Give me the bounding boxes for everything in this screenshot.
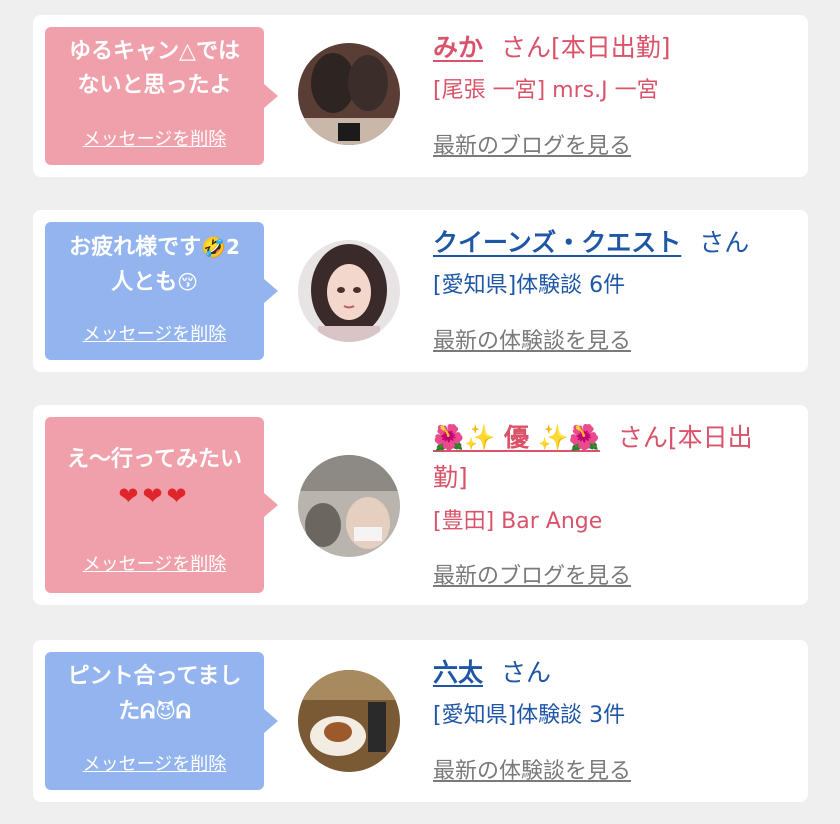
message-card: ピント合ってまし たᕱ😈ᕱ メッセージを削除 六太 さん [愛知県]体験談 3件 …	[33, 640, 808, 802]
message-bubble: え～行ってみたい ❤❤❤ メッセージを削除	[45, 417, 278, 593]
message-text-line: お疲れ様です🤣2	[53, 230, 256, 265]
profile-status: さん	[699, 228, 750, 257]
profile-name-link[interactable]: 六太	[433, 658, 483, 687]
rofl-emoji-icon: 🤣2	[201, 235, 240, 259]
shop-info: [尾張 一宮] mrs.J 一宮	[433, 78, 659, 103]
profile-status: さん	[501, 658, 552, 687]
profile-name-link[interactable]: クイーンズ・クエスト	[433, 228, 681, 257]
message-bubble: お疲れ様です🤣2 人とも😚 メッセージを削除	[45, 222, 278, 360]
profile-avatar[interactable]	[298, 670, 400, 772]
profile-status: さん[本日出勤]	[501, 33, 671, 62]
review-info: [愛知県]体験談 3件	[433, 703, 626, 728]
latest-blog-link[interactable]: 最新のブログを見る	[433, 128, 631, 160]
message-text-line: たᕱ😈ᕱ	[53, 694, 256, 729]
profile-info: 六太 さん [愛知県]体験談 3件 最新の体験談を見る	[433, 653, 790, 793]
latest-review-link[interactable]: 最新の体験談を見る	[433, 753, 631, 785]
message-text-line: え～行ってみたい	[67, 447, 242, 472]
message-card: ゆるキャン△では ないと思ったよ メッセージを削除 みか さん[本日出勤] [尾張…	[33, 15, 808, 177]
profile-name-link[interactable]: みか	[433, 33, 483, 62]
profile-avatar[interactable]	[298, 43, 400, 145]
message-text-line: ないと思ったよ	[77, 73, 232, 98]
message-text-line: ピント合ってまし	[67, 664, 242, 689]
message-bubble: ゆるキャン△では ないと思ったよ メッセージを削除	[45, 27, 278, 165]
message-bubble: ピント合ってまし たᕱ😈ᕱ メッセージを削除	[45, 652, 278, 790]
photo-avatar-icon	[298, 43, 400, 145]
message-text-line: ゆるキャン△では	[69, 39, 240, 64]
devil-emoji-icon: ᕱ😈ᕱ	[140, 699, 191, 723]
message-card: お疲れ様です🤣2 人とも😚 メッセージを削除 クイーンズ・クエスト さん [愛知県…	[33, 210, 808, 372]
message-text: お疲れ様です	[69, 235, 202, 260]
latest-blog-link[interactable]: 最新のブログを見る	[433, 558, 631, 590]
profile-avatar[interactable]	[298, 455, 400, 557]
profile-status-continued: 勤]	[433, 463, 468, 492]
message-text: 人とも	[111, 270, 178, 295]
kissing-emoji-icon: 😚	[177, 270, 198, 294]
profile-status: さん[本日出	[617, 423, 753, 452]
latest-review-link[interactable]: 最新の体験談を見る	[433, 323, 631, 355]
message-list: ゆるキャン△では ないと思ったよ メッセージを削除 みか さん[本日出勤] [尾張…	[0, 0, 840, 824]
message-text: た	[118, 699, 141, 724]
profile-info: 🌺✨ 優 ✨🌺 さん[本日出勤] [豊田] Bar Ange 最新のブログを見る	[433, 418, 790, 598]
photo-avatar-icon	[298, 455, 400, 557]
profile-info: クイーンズ・クエスト さん [愛知県]体験談 6件 最新の体験談を見る	[433, 223, 790, 363]
delete-message-link[interactable]: メッセージを削除	[45, 550, 264, 576]
profile-name-link[interactable]: 🌺✨ 優 ✨🌺	[433, 423, 600, 452]
delete-message-link[interactable]: メッセージを削除	[45, 750, 264, 776]
food-photo-avatar-icon	[298, 670, 400, 772]
delete-message-link[interactable]: メッセージを削除	[45, 320, 264, 346]
delete-message-link[interactable]: メッセージを削除	[45, 125, 264, 151]
review-info: [愛知県]体験談 6件	[433, 273, 626, 298]
message-text-line: 人とも😚	[53, 265, 256, 300]
message-card: え～行ってみたい ❤❤❤ メッセージを削除 🌺✨ 優 ✨🌺 さん[本日出勤] [豊…	[33, 405, 808, 605]
profile-avatar[interactable]	[298, 240, 400, 342]
shop-info: [豊田] Bar Ange	[433, 509, 603, 534]
profile-info: みか さん[本日出勤] [尾張 一宮] mrs.J 一宮 最新のブログを見る	[433, 28, 790, 168]
heart-emoji-icon: ❤❤❤	[118, 482, 191, 510]
anime-girl-avatar-icon	[298, 240, 400, 342]
